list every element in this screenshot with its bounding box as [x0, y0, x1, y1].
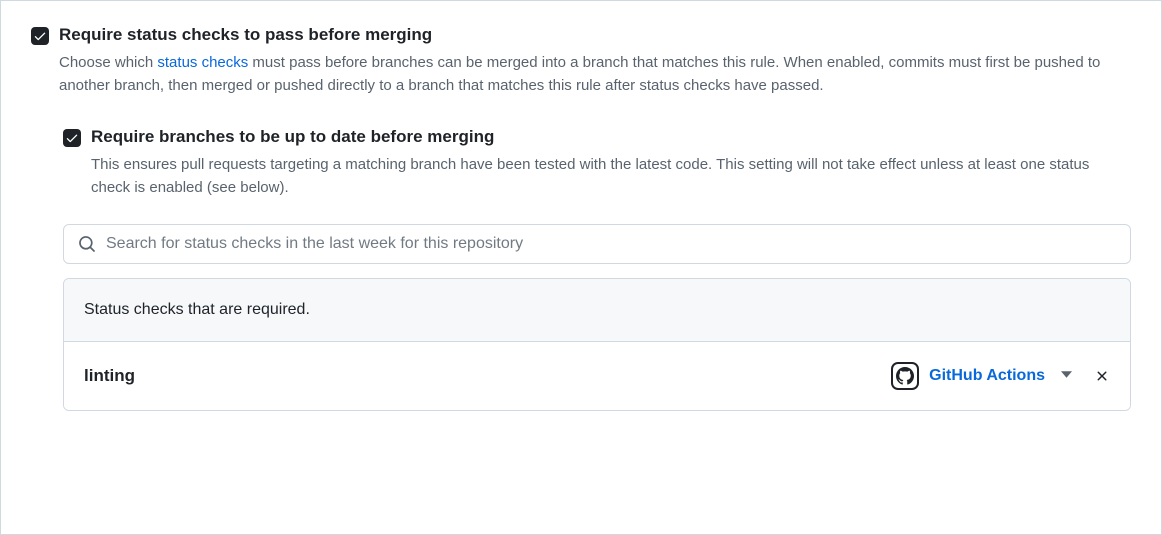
branch-protection-panel: Require status checks to pass before mer…	[0, 0, 1162, 535]
option-content: Require branches to be up to date before…	[91, 125, 1131, 199]
status-check-search-input[interactable]	[106, 235, 1116, 253]
require-up-to-date-desc: This ensures pull requests targeting a m…	[91, 153, 1131, 200]
status-check-search[interactable]	[63, 224, 1131, 264]
desc-text-before: Choose which	[59, 54, 157, 71]
source-dropdown-toggle[interactable]	[1061, 367, 1072, 385]
github-mark-icon	[896, 367, 914, 385]
caret-down-icon	[1061, 369, 1072, 380]
remove-check-button[interactable]	[1094, 368, 1110, 384]
required-check-source-link[interactable]: GitHub Actions	[929, 367, 1045, 385]
required-checks-header: Status checks that are required.	[64, 279, 1130, 342]
require-status-checks-title: Require status checks to pass before mer…	[59, 23, 1131, 47]
required-checks-box: Status checks that are required. linting…	[63, 278, 1131, 411]
search-icon	[78, 235, 96, 253]
close-icon	[1094, 368, 1110, 384]
option-content: Require status checks to pass before mer…	[59, 23, 1131, 97]
required-check-row: linting GitHub Actions	[64, 342, 1130, 410]
require-status-checks-checkbox[interactable]	[31, 27, 49, 45]
check-icon	[33, 29, 47, 43]
required-check-source-group: GitHub Actions	[891, 362, 1110, 390]
require-up-to-date-title: Require branches to be up to date before…	[91, 125, 1131, 149]
github-icon	[891, 362, 919, 390]
require-up-to-date-checkbox[interactable]	[63, 129, 81, 147]
status-checks-link[interactable]: status checks	[157, 54, 248, 71]
check-icon	[65, 131, 79, 145]
nested-options: Require branches to be up to date before…	[63, 125, 1131, 410]
required-check-name: linting	[84, 366, 135, 386]
require-status-checks-desc: Choose which status checks must pass bef…	[59, 51, 1131, 98]
require-status-checks-option: Require status checks to pass before mer…	[31, 23, 1131, 97]
require-up-to-date-option: Require branches to be up to date before…	[63, 125, 1131, 199]
